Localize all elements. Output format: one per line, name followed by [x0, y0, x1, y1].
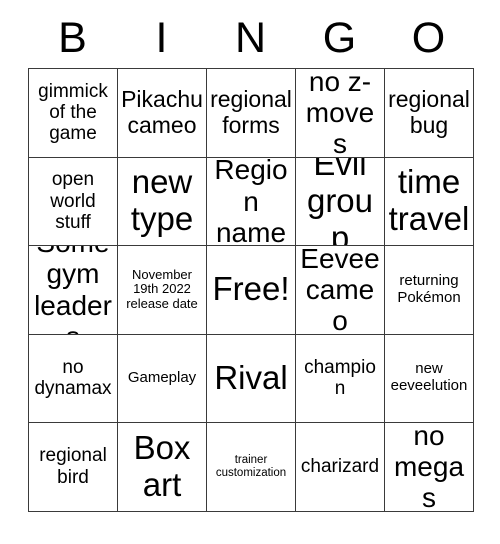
bingo-cell-label: no dynamax [34, 356, 112, 400]
bingo-cell-label: time travel [388, 163, 470, 238]
bingo-cell-label: no z-moves [305, 69, 375, 158]
bingo-cell[interactable]: returning Pokémon [385, 246, 474, 335]
bingo-header-letter-i: I [155, 13, 168, 62]
bingo-cell[interactable]: no z-moves [296, 69, 385, 158]
bingo-cell-label: champion [304, 356, 376, 400]
bingo-cell-label: new type [130, 163, 194, 238]
bingo-cell-label: Region name [214, 157, 288, 246]
bingo-row: regional bird Box art trainer customizat… [29, 423, 474, 512]
bingo-cell-label: Gameplay [127, 368, 197, 386]
bingo-cell-label: Rival [214, 358, 288, 396]
bingo-cell[interactable]: Region name [207, 157, 296, 246]
bingo-cell[interactable]: Eevee cameo [296, 246, 385, 335]
bingo-grid: gimmick of the game Pikachu cameo region… [28, 68, 474, 512]
bingo-cell-label: open world stuff [50, 169, 96, 233]
bingo-cell[interactable]: regional bird [29, 423, 118, 512]
bingo-cell[interactable]: November 19th 2022 release date [118, 246, 207, 335]
bingo-cell[interactable]: no megas [385, 423, 474, 512]
bingo-cell[interactable]: regional bug [385, 69, 474, 158]
bingo-header-letter-n: N [234, 13, 267, 62]
bingo-header-letter-g: G [322, 13, 357, 62]
bingo-cell-label: new eeveelution [390, 360, 468, 395]
bingo-cell-label: returning Pokémon [397, 271, 461, 306]
bingo-cell-label: Pikachu cameo [121, 86, 203, 138]
bingo-card: B I N G O gimmick of the game Pikachu ca… [28, 8, 474, 512]
bingo-cell[interactable]: gimmick of the game [29, 69, 118, 158]
bingo-cell-label: regional bug [388, 86, 470, 138]
bingo-cell-label: gimmick of the game [38, 80, 108, 145]
bingo-cell[interactable]: open world stuff [29, 157, 118, 246]
bingo-cell-label: Evil group [306, 157, 374, 246]
bingo-cell[interactable]: time travel [385, 157, 474, 246]
bingo-cell[interactable]: charizard [296, 423, 385, 512]
bingo-cell-label: charizard [300, 456, 380, 478]
bingo-row: gimmick of the game Pikachu cameo region… [29, 69, 474, 158]
bingo-row: open world stuff new type Region name Ev… [29, 157, 474, 246]
bingo-cell-label: Some gym leaders [34, 246, 112, 334]
bingo-header-letter-b: B [58, 13, 87, 62]
bingo-cell[interactable]: Box art [118, 423, 207, 512]
bingo-cell[interactable]: Pikachu cameo [118, 69, 207, 158]
bingo-cell-label: Box art [133, 428, 191, 503]
bingo-cell[interactable]: champion [296, 334, 385, 423]
bingo-cell[interactable]: trainer customization [207, 423, 296, 512]
bingo-cell-label: regional bird [39, 445, 107, 488]
bingo-free-space-label: Free! [212, 270, 290, 308]
bingo-cell-label: November 19th 2022 release date [126, 266, 198, 312]
bingo-header: B I N G O [28, 8, 473, 68]
bingo-row: no dynamax Gameplay Rival champion new e… [29, 334, 474, 423]
bingo-cell-label: regional forms [210, 86, 292, 138]
bingo-cell[interactable]: new type [118, 157, 207, 246]
bingo-cell[interactable]: Some gym leaders [29, 246, 118, 335]
bingo-cell[interactable]: Gameplay [118, 334, 207, 423]
bingo-cell-label: Eevee cameo [300, 246, 380, 335]
bingo-cell[interactable]: no dynamax [29, 334, 118, 423]
bingo-free-space[interactable]: Free! [207, 246, 296, 335]
bingo-cell[interactable]: Rival [207, 334, 296, 423]
bingo-row: Some gym leaders November 19th 2022 rele… [29, 246, 474, 335]
bingo-cell[interactable]: Evil group [296, 157, 385, 246]
bingo-header-letter-o: O [411, 13, 446, 62]
bingo-cell-label: trainer customization [215, 453, 287, 479]
bingo-cell-label: no megas [393, 423, 465, 512]
bingo-cell[interactable]: new eeveelution [385, 334, 474, 423]
bingo-cell[interactable]: regional forms [207, 69, 296, 158]
